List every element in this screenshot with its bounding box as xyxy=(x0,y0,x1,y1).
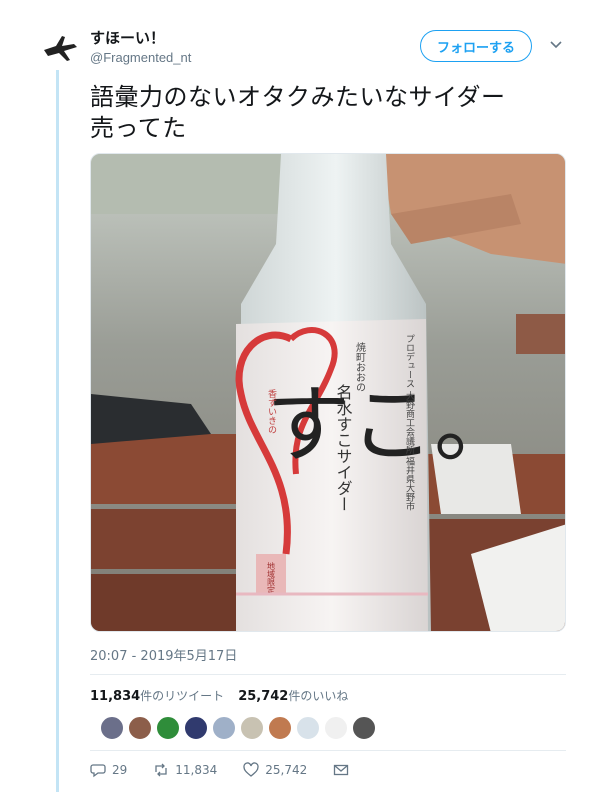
liker-avatar[interactable] xyxy=(212,716,236,740)
avatar[interactable] xyxy=(40,28,80,68)
thread-line xyxy=(56,70,59,792)
liker-avatar[interactable] xyxy=(128,716,152,740)
tweet-actions: 29 11,834 25,742 xyxy=(90,762,375,778)
liker-avatar[interactable] xyxy=(184,716,208,740)
tweet-timestamp[interactable]: 20:07 - 2019年5月17日 xyxy=(90,645,237,664)
display-name[interactable]: すほーい！ xyxy=(90,27,165,48)
liker-avatar[interactable] xyxy=(240,716,264,740)
retweet-button[interactable]: 11,834 xyxy=(153,762,217,778)
likes-label: 件のいいね xyxy=(288,689,349,703)
follow-button[interactable]: フォローする xyxy=(420,30,532,62)
liker-avatar[interactable] xyxy=(100,716,124,740)
liker-avatar[interactable] xyxy=(324,716,348,740)
direct-message-button[interactable] xyxy=(333,762,349,778)
retweets-label: 件のリツイート xyxy=(140,689,225,703)
svg-text:地域限定: 地域限定 xyxy=(267,561,276,595)
tweet-text: 語彙力のないオタクみたいなサイダー 売ってた xyxy=(90,82,560,144)
envelope-icon xyxy=(334,764,349,776)
liker-avatar[interactable] xyxy=(352,716,376,740)
likes-stat[interactable]: 25,742件のいいね xyxy=(238,687,348,704)
divider xyxy=(90,750,566,751)
label-big-text: すこ。 xyxy=(266,376,518,474)
retweets-count: 11,834 xyxy=(90,689,141,704)
liker-avatar[interactable] xyxy=(268,716,292,740)
svg-text:プロデュース 大野商工会議所 福井県大野市: プロデュース 大野商工会議所 福井県大野市 xyxy=(404,334,415,512)
like-button[interactable]: 25,742 xyxy=(243,762,307,778)
like-count: 25,742 xyxy=(265,763,308,777)
chevron-down-icon[interactable] xyxy=(549,38,563,52)
liker-avatar[interactable] xyxy=(296,716,320,740)
divider xyxy=(90,674,566,675)
tweet-text-line: 語彙力のないオタクみたいなサイダー xyxy=(90,83,506,111)
tweet-stats: 11,834件のリツイート 25,742件のいいね xyxy=(90,687,348,704)
reply-icon xyxy=(90,764,106,778)
liker-avatar[interactable] xyxy=(156,716,180,740)
retweet-count: 11,834 xyxy=(175,763,218,777)
user-handle[interactable]: @Fragmented_nt xyxy=(90,50,191,65)
heart-icon xyxy=(243,762,259,777)
likes-count: 25,742 xyxy=(238,689,289,704)
svg-text:香ずいきの: 香ずいきの xyxy=(266,389,277,434)
retweet-icon xyxy=(155,763,167,777)
tweet-text-line: 売ってた xyxy=(90,114,187,142)
reply-count: 29 xyxy=(112,763,128,777)
liker-avatars xyxy=(100,716,376,740)
cider-bottle-photo: 名水すこサイダー 焼町おおの すこ。 香ずいきの 地域限定 プロデュース 大野商… xyxy=(91,154,565,631)
tweet-photo[interactable]: 名水すこサイダー 焼町おおの すこ。 香ずいきの 地域限定 プロデュース 大野商… xyxy=(90,153,566,632)
reply-button[interactable]: 29 xyxy=(90,762,127,778)
retweets-stat[interactable]: 11,834件のリツイート xyxy=(90,687,224,704)
jet-fighter-icon xyxy=(44,36,77,61)
